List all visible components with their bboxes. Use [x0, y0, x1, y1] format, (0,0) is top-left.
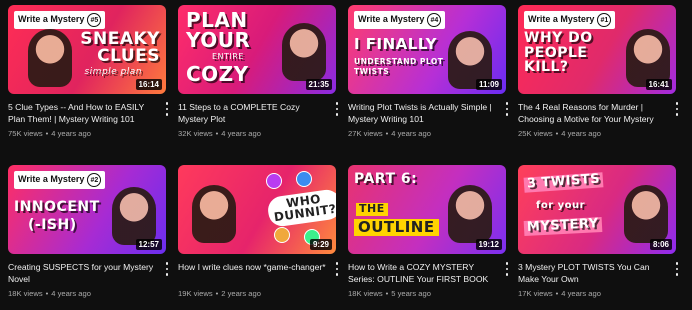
video-title[interactable]: How I write clues now *game-changer*: [178, 261, 326, 273]
video-title[interactable]: 5 Clue Types -- And How to EASILY Plan T…: [8, 101, 156, 125]
duration-badge: 16:14: [135, 79, 162, 90]
video-meta: 19K views • 2 years ago: [178, 289, 261, 298]
duration-badge: 8:06: [649, 239, 672, 250]
thumbnail-headline: 3 TWISTS: [523, 171, 604, 193]
thumbnail-headline-2: COZY: [186, 62, 249, 86]
more-options-icon[interactable]: [332, 261, 342, 277]
thumbnail-headline: I FINALLY: [354, 35, 437, 53]
video-meta: 32K views • 4 years ago: [178, 129, 261, 138]
thumbnail-subtext: THE: [356, 203, 388, 216]
thumbnail-subtext: UNDERSTAND PLOT TWISTS: [354, 57, 444, 76]
duration-badge: 9:29: [309, 239, 332, 250]
video-title[interactable]: 11 Steps to a COMPLETE Cozy Mystery Plot: [178, 101, 326, 125]
thumbnail-headline: PLAN YOUR: [186, 8, 251, 52]
duration-badge: 11:09: [475, 79, 502, 90]
video-thumbnail[interactable]: PLAN YOUR ENTIRE COZY 21:35: [178, 5, 336, 94]
more-options-icon[interactable]: [502, 261, 512, 277]
thumbnail-headline: PART 6:: [354, 171, 418, 187]
video-thumbnail[interactable]: PART 6: THE OUTLINE 19:12: [348, 165, 506, 254]
thumbnail-headline: WHO DUNNIT?: [266, 188, 336, 228]
thumbnail-headline: WHY DO PEOPLE KILL?: [524, 30, 593, 76]
duration-badge: 19:12: [475, 239, 502, 250]
thumbnail-headline-2: MYSTERY: [523, 216, 603, 236]
video-title[interactable]: The 4 Real Reasons for Murder | Choosing…: [518, 101, 666, 125]
video-meta: 25K views • 4 years ago: [518, 129, 601, 138]
video-thumbnail[interactable]: Write a Mystery #5 SNEAKY CLUES simple pla…: [8, 5, 166, 94]
thumbnail-headline: SNEAKY CLUES: [80, 29, 160, 66]
more-options-icon[interactable]: [162, 101, 172, 117]
video-title[interactable]: Creating SUSPECTS for your Mystery Novel: [8, 261, 156, 285]
more-options-icon[interactable]: [162, 261, 172, 277]
series-tag: Write a Mystery #1: [524, 11, 616, 29]
thumbnail-headline-2: OUTLINE: [354, 219, 439, 236]
video-meta: 75K views • 4 years ago: [8, 129, 91, 138]
thumbnail-headline: INNOCENT (-ISH): [14, 199, 100, 233]
video-thumbnail[interactable]: Write a Mystery #4 I FINALLY UNDERSTAND P…: [348, 5, 506, 94]
video-meta: 18K views • 4 years ago: [8, 289, 91, 298]
series-tag: Write a Mystery #2: [14, 171, 106, 189]
video-meta: 18K views • 5 years ago: [348, 289, 431, 298]
video-thumbnail[interactable]: WHO DUNNIT? 9:29: [178, 165, 336, 254]
video-meta: 17K views • 4 years ago: [518, 289, 601, 298]
more-options-icon[interactable]: [502, 101, 512, 117]
video-thumbnail[interactable]: Write a Mystery #1 WHY DO PEOPLE KILL? 16:4…: [518, 5, 676, 94]
video-title[interactable]: 3 Mystery PLOT TWISTS You Can Make Your …: [518, 261, 666, 285]
more-options-icon[interactable]: [332, 101, 342, 117]
thumbnail-subtext: simple plan: [84, 67, 142, 77]
duration-badge: 12:57: [135, 239, 162, 250]
video-thumbnail[interactable]: Write a Mystery #2 INNOCENT (-ISH) 12:57: [8, 165, 166, 254]
more-options-icon[interactable]: [672, 261, 682, 277]
duration-badge: 21:35: [305, 79, 332, 90]
thumbnail-subtext: ENTIRE: [212, 52, 244, 61]
video-title[interactable]: How to Write a COZY MYSTERY Series: OUTL…: [348, 261, 496, 285]
series-tag: Write a Mystery #5: [14, 11, 106, 29]
series-tag: Write a Mystery #4: [354, 11, 446, 29]
duration-badge: 16:41: [645, 79, 672, 90]
video-thumbnail[interactable]: 3 TWISTS for your MYSTERY 8:06: [518, 165, 676, 254]
video-title[interactable]: Writing Plot Twists is Actually Simple |…: [348, 101, 496, 125]
more-options-icon[interactable]: [672, 101, 682, 117]
thumbnail-subtext: for your: [536, 200, 586, 211]
video-meta: 27K views • 4 years ago: [348, 129, 431, 138]
